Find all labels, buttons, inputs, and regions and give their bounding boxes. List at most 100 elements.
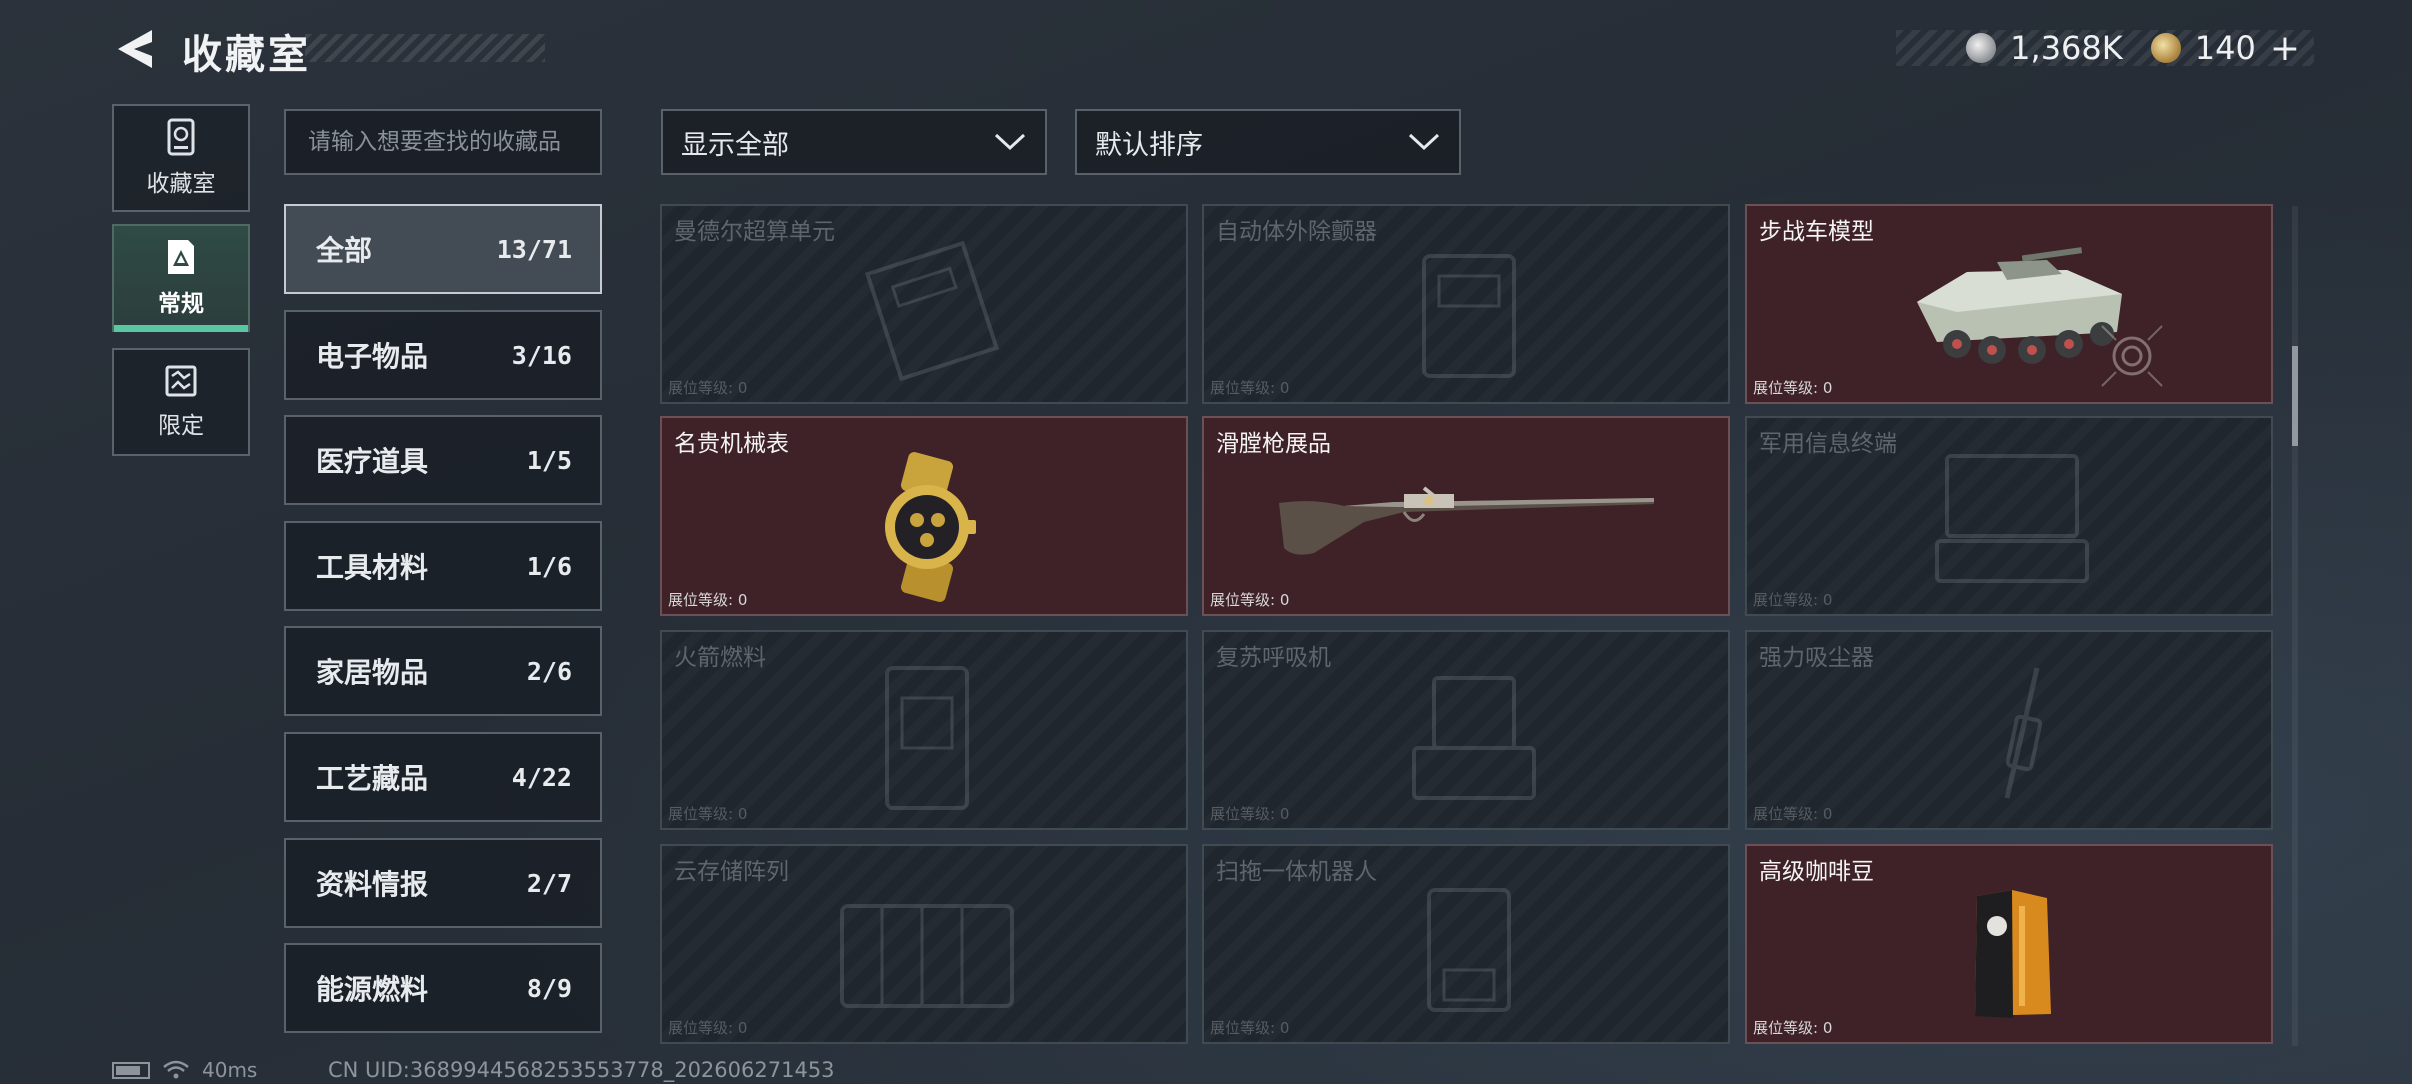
gold-amount: 140 bbox=[2194, 29, 2256, 67]
collectible-name: 扫拖一体机器人 bbox=[1216, 859, 1377, 885]
wifi-icon bbox=[163, 1060, 189, 1079]
category-count: 13/71 bbox=[496, 234, 572, 264]
grid-scrollbar[interactable] bbox=[2292, 206, 2298, 1046]
regular-icon bbox=[168, 240, 194, 274]
category-count: 1/6 bbox=[526, 551, 572, 581]
collectible-level: 展位等级: 0 bbox=[1210, 805, 1290, 823]
category-tools[interactable]: 工具材料 1/6 bbox=[284, 521, 602, 611]
collectible-level: 展位等级: 0 bbox=[1753, 1019, 1833, 1037]
computer-unit-icon bbox=[864, 240, 1000, 382]
coffee-beans-icon bbox=[1975, 890, 2051, 1018]
category-name: 医疗道具 bbox=[316, 445, 429, 478]
user-uid: CN UID:3689944568253553778_202606271453 bbox=[328, 1058, 835, 1082]
collectible-level: 展位等级: 0 bbox=[1753, 591, 1833, 609]
silver-coin-icon bbox=[1966, 33, 1997, 63]
category-count: 2/7 bbox=[526, 868, 572, 898]
category-medical[interactable]: 医疗道具 1/5 bbox=[284, 415, 602, 505]
back-arrow-icon[interactable] bbox=[112, 26, 158, 72]
collectible-card-mandel-unit[interactable]: 曼德尔超算单元 展位等级: 0 bbox=[660, 204, 1188, 404]
collectible-card-aed[interactable]: 自动体外除颤器 展位等级: 0 bbox=[1202, 204, 1730, 404]
chevron-down-icon bbox=[994, 133, 1026, 151]
category-energy[interactable]: 能源燃料 8/9 bbox=[284, 943, 602, 1033]
vault-icon bbox=[167, 118, 195, 156]
collectible-card-cloud-storage[interactable]: 云存储阵列 展位等级: 0 bbox=[660, 844, 1188, 1044]
collectible-level: 展位等级: 0 bbox=[1210, 591, 1290, 609]
collectible-name: 步战车模型 bbox=[1759, 219, 1874, 245]
rail-tab-limited[interactable]: 限定 bbox=[112, 348, 250, 456]
category-name: 全部 bbox=[316, 234, 373, 267]
collection-room-screen: 收藏室 1,368K 140 + 收藏室 常规 限定 全部 bbox=[0, 0, 2412, 1084]
collectible-card-coffee-beans[interactable]: 高级咖啡豆 展位等级: 0 bbox=[1745, 844, 2273, 1044]
rail-tab-regular[interactable]: 常规 bbox=[112, 224, 250, 332]
collectible-card-rocket-fuel[interactable]: 火箭燃料 展位等级: 0 bbox=[660, 630, 1188, 830]
collectible-card-robot-vacuum[interactable]: 扫拖一体机器人 展位等级: 0 bbox=[1202, 844, 1730, 1044]
scrollbar-thumb[interactable] bbox=[2292, 346, 2298, 446]
rail-label: 收藏室 bbox=[146, 171, 216, 197]
rail-label: 常规 bbox=[158, 291, 204, 317]
category-count: 1/5 bbox=[526, 445, 572, 475]
sort-dropdown[interactable]: 默认排序 bbox=[1075, 109, 1461, 175]
collectible-name: 云存储阵列 bbox=[674, 859, 789, 885]
page-title: 收藏室 bbox=[182, 32, 311, 78]
collectible-card-ifv-model[interactable]: 步战车模型 展位等级: 0 bbox=[1745, 204, 2273, 404]
category-count: 2/6 bbox=[526, 656, 572, 686]
collectible-name: 复苏呼吸机 bbox=[1216, 645, 1331, 671]
watch-icon bbox=[885, 452, 976, 602]
collectible-name: 军用信息终端 bbox=[1759, 431, 1897, 457]
collectible-name: 高级咖啡豆 bbox=[1759, 859, 1874, 885]
category-name: 家居物品 bbox=[316, 656, 429, 689]
musket-icon bbox=[1279, 486, 1654, 555]
limited-icon bbox=[165, 365, 197, 397]
chevron-down-icon bbox=[1408, 133, 1440, 151]
collectible-level: 展位等级: 0 bbox=[1210, 1019, 1290, 1037]
add-currency-button[interactable]: + bbox=[2270, 28, 2300, 69]
category-name: 资料情报 bbox=[316, 868, 429, 901]
ping-value: 40ms bbox=[202, 1058, 258, 1082]
category-count: 4/22 bbox=[511, 762, 572, 792]
target-reticle-icon bbox=[2101, 325, 2163, 387]
collectible-card-military-terminal[interactable]: 军用信息终端 展位等级: 0 bbox=[1745, 416, 2273, 616]
collectible-search-input[interactable] bbox=[284, 109, 602, 175]
collectible-level: 展位等级: 0 bbox=[668, 805, 748, 823]
rail-label: 限定 bbox=[158, 413, 204, 439]
category-electronics[interactable]: 电子物品 3/16 bbox=[284, 310, 602, 400]
collectible-level: 展位等级: 0 bbox=[1210, 379, 1290, 397]
category-all[interactable]: 全部 13/71 bbox=[284, 204, 602, 294]
silver-amount: 1,368K bbox=[2010, 29, 2123, 67]
collectible-name: 自动体外除颤器 bbox=[1216, 219, 1377, 245]
collectible-name: 火箭燃料 bbox=[674, 645, 766, 671]
category-name: 工艺藏品 bbox=[316, 762, 429, 795]
category-count: 8/9 bbox=[526, 973, 572, 1003]
ventilator-icon bbox=[1412, 676, 1536, 800]
collectible-name: 曼德尔超算单元 bbox=[674, 219, 835, 245]
collectible-card-musket[interactable]: 滑膛枪展品 展位等级: 0 bbox=[1202, 416, 1730, 616]
category-count: 3/16 bbox=[511, 340, 572, 370]
collectible-level: 展位等级: 0 bbox=[1753, 379, 1833, 397]
collectible-name: 名贵机械表 bbox=[674, 431, 789, 457]
currency-bar: 1,368K 140 + bbox=[1896, 28, 2314, 69]
title-decoration bbox=[305, 34, 545, 62]
device-status: 40ms bbox=[112, 1058, 257, 1082]
storage-array-icon bbox=[840, 904, 1014, 1008]
collectible-card-vacuum[interactable]: 强力吸尘器 展位等级: 0 bbox=[1745, 630, 2273, 830]
category-household[interactable]: 家居物品 2/6 bbox=[284, 626, 602, 716]
collectible-level: 展位等级: 0 bbox=[668, 1019, 748, 1037]
collectible-name: 滑膛枪展品 bbox=[1216, 431, 1331, 457]
category-name: 工具材料 bbox=[316, 551, 429, 584]
category-intel[interactable]: 资料情报 2/7 bbox=[284, 838, 602, 928]
defibrillator-icon bbox=[1422, 254, 1516, 378]
robot-vacuum-icon bbox=[1427, 888, 1511, 1012]
collectible-name: 强力吸尘器 bbox=[1759, 645, 1874, 671]
military-terminal-icon bbox=[1935, 454, 2089, 583]
collectible-level: 展位等级: 0 bbox=[668, 591, 748, 609]
collectible-level: 展位等级: 0 bbox=[1753, 805, 1833, 823]
display-filter-dropdown[interactable]: 显示全部 bbox=[661, 109, 1047, 175]
collectible-card-ventilator[interactable]: 复苏呼吸机 展位等级: 0 bbox=[1202, 630, 1730, 830]
category-crafts[interactable]: 工艺藏品 4/22 bbox=[284, 732, 602, 822]
display-filter-value: 显示全部 bbox=[681, 129, 789, 161]
rail-tab-vault[interactable]: 收藏室 bbox=[112, 104, 250, 212]
collectible-card-luxury-watch[interactable]: 名贵机械表 展位等级: 0 bbox=[660, 416, 1188, 616]
rocket-fuel-icon bbox=[885, 666, 969, 810]
category-name: 电子物品 bbox=[316, 340, 429, 373]
category-name: 能源燃料 bbox=[316, 973, 429, 1006]
